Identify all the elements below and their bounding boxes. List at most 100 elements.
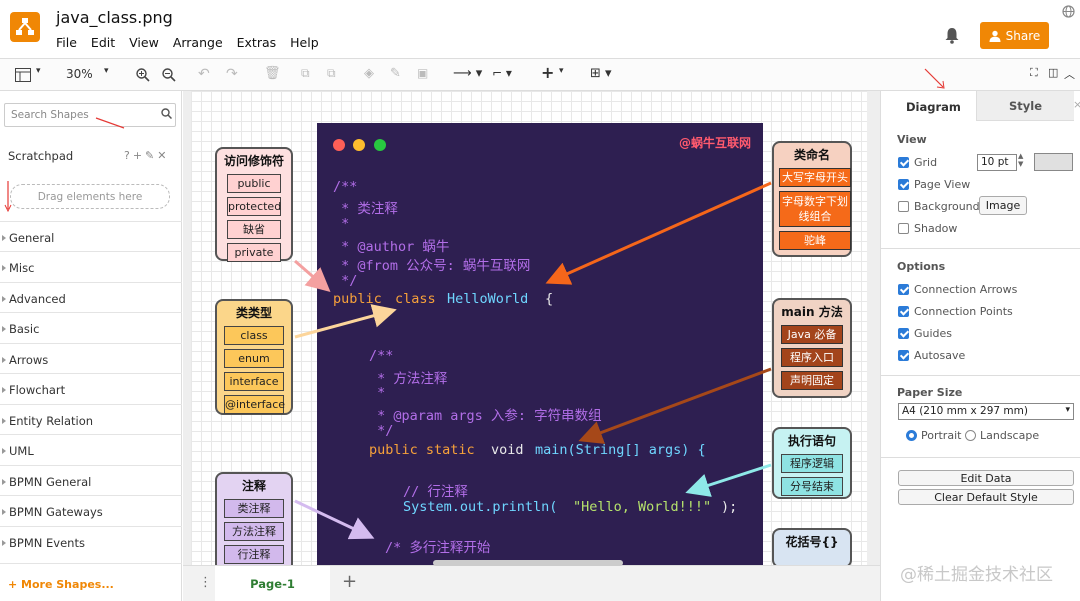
- edit-data-button[interactable]: Edit Data: [898, 470, 1074, 486]
- connection-arrow-icon[interactable]: ⟶ ▾: [453, 66, 482, 81]
- zoom-in-icon[interactable]: [136, 68, 150, 82]
- category-advanced[interactable]: Advanced: [0, 282, 182, 312]
- add-page-button[interactable]: +: [342, 571, 357, 592]
- options-section-label: Options: [897, 260, 946, 273]
- tab-diagram[interactable]: Diagram: [881, 91, 976, 121]
- share-button[interactable]: Share: [980, 22, 1049, 49]
- zoom-chevron-icon[interactable]: ▾: [104, 66, 109, 76]
- category-arrows[interactable]: Arrows: [0, 343, 182, 373]
- close-panel-icon[interactable]: ×: [1073, 98, 1080, 111]
- menu-file[interactable]: File: [56, 35, 77, 50]
- category-bpmn-events[interactable]: BPMN Events: [0, 526, 182, 556]
- landscape-radio[interactable]: Landscape: [965, 429, 1039, 442]
- share-label: Share: [1005, 28, 1041, 43]
- panel-divider: [0, 563, 182, 564]
- waypoint-icon[interactable]: ⌐ ▾: [492, 66, 512, 80]
- user-icon: [989, 30, 1001, 42]
- zoom-out-icon[interactable]: [162, 68, 176, 82]
- menu-extras[interactable]: Extras: [237, 35, 277, 50]
- annotation-arrows: [294, 181, 772, 540]
- chevron-down-icon[interactable]: ▾: [36, 66, 41, 76]
- scratchpad-tools[interactable]: ?+✎✕: [124, 149, 170, 162]
- page-view-checkbox[interactable]: Page View: [898, 178, 970, 191]
- guides-label: Guides: [914, 327, 953, 340]
- background-label: Background: [914, 200, 980, 213]
- diagram-canvas[interactable]: @蜗牛互联网 /** * 类注释 * * @author 蜗牛 * @from …: [183, 91, 880, 565]
- horizontal-scrollbar[interactable]: [433, 560, 623, 566]
- diagram-page[interactable]: @蜗牛互联网 /** * 类注释 * * @author 蜗牛 * @from …: [191, 91, 867, 565]
- shapes-panel: Search Shapes Scratchpad ?+✎✕ Drag eleme…: [0, 91, 182, 601]
- format-panel: Diagram Style × View Grid 10 pt ▲ ▼ Page …: [880, 68, 1080, 601]
- fullscreen-icon[interactable]: ⛶: [1030, 66, 1038, 80]
- app-header: java_class.png File Edit View Arrange Ex…: [0, 0, 1080, 58]
- portrait-radio[interactable]: Portrait: [906, 429, 961, 442]
- connection-arrows-checkbox[interactable]: Connection Arrows: [898, 283, 1017, 296]
- insert-plus-icon[interactable]: +: [541, 63, 554, 82]
- landscape-label: Landscape: [980, 429, 1040, 442]
- clear-default-style-button[interactable]: Clear Default Style: [898, 489, 1074, 505]
- category-general[interactable]: General: [0, 221, 182, 251]
- connection-points-label: Connection Points: [914, 305, 1013, 318]
- to-back-icon[interactable]: ⧉: [327, 66, 336, 81]
- annotation-arrow: [95, 117, 125, 129]
- line-color-icon[interactable]: ✎: [390, 66, 401, 81]
- toolbar: ▾ 30% ▾ ↶ ↷ 🗑 ⧉ ⧉ ◈ ✎ ▣ ⟶ ▾ ⌐ ▾ + ▾ ⊞ ▾ …: [0, 58, 1080, 91]
- category-bpmn-general[interactable]: BPMN General: [0, 465, 182, 495]
- bell-icon[interactable]: [944, 27, 960, 44]
- paper-size-value: A4 (210 mm x 297 mm): [902, 405, 1028, 417]
- fill-color-icon[interactable]: ◈: [364, 66, 374, 81]
- shadow-icon[interactable]: ▣: [417, 66, 428, 80]
- category-misc[interactable]: Misc: [0, 251, 182, 281]
- menu-edit[interactable]: Edit: [91, 35, 115, 50]
- tab-page-1[interactable]: Page-1: [215, 566, 330, 601]
- category-uml[interactable]: UML: [0, 434, 182, 464]
- autosave-checkbox[interactable]: Autosave: [898, 349, 965, 362]
- guides-checkbox[interactable]: Guides: [898, 327, 952, 340]
- grid-color-swatch[interactable]: [1034, 153, 1073, 171]
- watermark: @稀土掘金技术社区: [900, 565, 1053, 585]
- annotation-arrow: [924, 68, 945, 89]
- undo-icon[interactable]: ↶: [198, 66, 210, 82]
- view-section-label: View: [897, 133, 927, 146]
- divider: [881, 375, 1080, 376]
- scratchpad-label[interactable]: Scratchpad: [8, 149, 73, 163]
- table-icon[interactable]: ⊞ ▾: [590, 66, 612, 81]
- redo-icon[interactable]: ↷: [226, 66, 238, 82]
- paper-size-select[interactable]: A4 (210 mm x 297 mm) ▾: [898, 403, 1074, 420]
- scratchpad-drop-zone[interactable]: Drag elements here: [10, 184, 170, 209]
- page-menu-icon[interactable]: ⋮: [199, 575, 212, 590]
- category-flowchart[interactable]: Flowchart: [0, 373, 182, 403]
- to-front-icon[interactable]: ⧉: [301, 66, 310, 81]
- document-title[interactable]: java_class.png: [56, 8, 173, 27]
- category-entity-relation[interactable]: Entity Relation: [0, 404, 182, 434]
- grid-checkbox[interactable]: Grid: [898, 156, 937, 169]
- background-checkbox[interactable]: Background: [898, 200, 980, 213]
- menu-bar: File Edit View Arrange Extras Help: [56, 35, 333, 50]
- tab-style[interactable]: Style: [976, 91, 1074, 121]
- grid-size-input[interactable]: 10 pt: [977, 154, 1017, 171]
- more-shapes-button[interactable]: + More Shapes...: [8, 578, 114, 591]
- menu-help[interactable]: Help: [290, 35, 319, 50]
- category-bpmn-gateways[interactable]: BPMN Gateways: [0, 495, 182, 525]
- shadow-label: Shadow: [914, 222, 958, 235]
- divider: [881, 457, 1080, 458]
- collapse-icon[interactable]: ︿: [1064, 66, 1075, 82]
- image-button[interactable]: Image: [979, 196, 1027, 215]
- toggle-panel-icon[interactable]: ◫: [1048, 66, 1058, 79]
- portrait-label: Portrait: [921, 429, 962, 442]
- connection-points-checkbox[interactable]: Connection Points: [898, 305, 1013, 318]
- grid-size-stepper[interactable]: ▲ ▼: [1018, 152, 1023, 168]
- shadow-checkbox[interactable]: Shadow: [898, 222, 957, 235]
- insert-chevron-icon[interactable]: ▾: [559, 66, 564, 76]
- search-shapes-input[interactable]: Search Shapes: [4, 103, 176, 127]
- format-panel-icon[interactable]: [15, 68, 31, 82]
- delete-icon[interactable]: 🗑: [264, 66, 281, 81]
- drawio-logo: [10, 12, 40, 42]
- chevron-down-icon: ▾: [1065, 405, 1070, 415]
- menu-arrange[interactable]: Arrange: [173, 35, 223, 50]
- menu-view[interactable]: View: [129, 35, 159, 50]
- category-basic[interactable]: Basic: [0, 312, 182, 342]
- zoom-level[interactable]: 30%: [66, 67, 93, 81]
- search-icon[interactable]: [161, 108, 172, 119]
- globe-icon[interactable]: [1062, 5, 1075, 18]
